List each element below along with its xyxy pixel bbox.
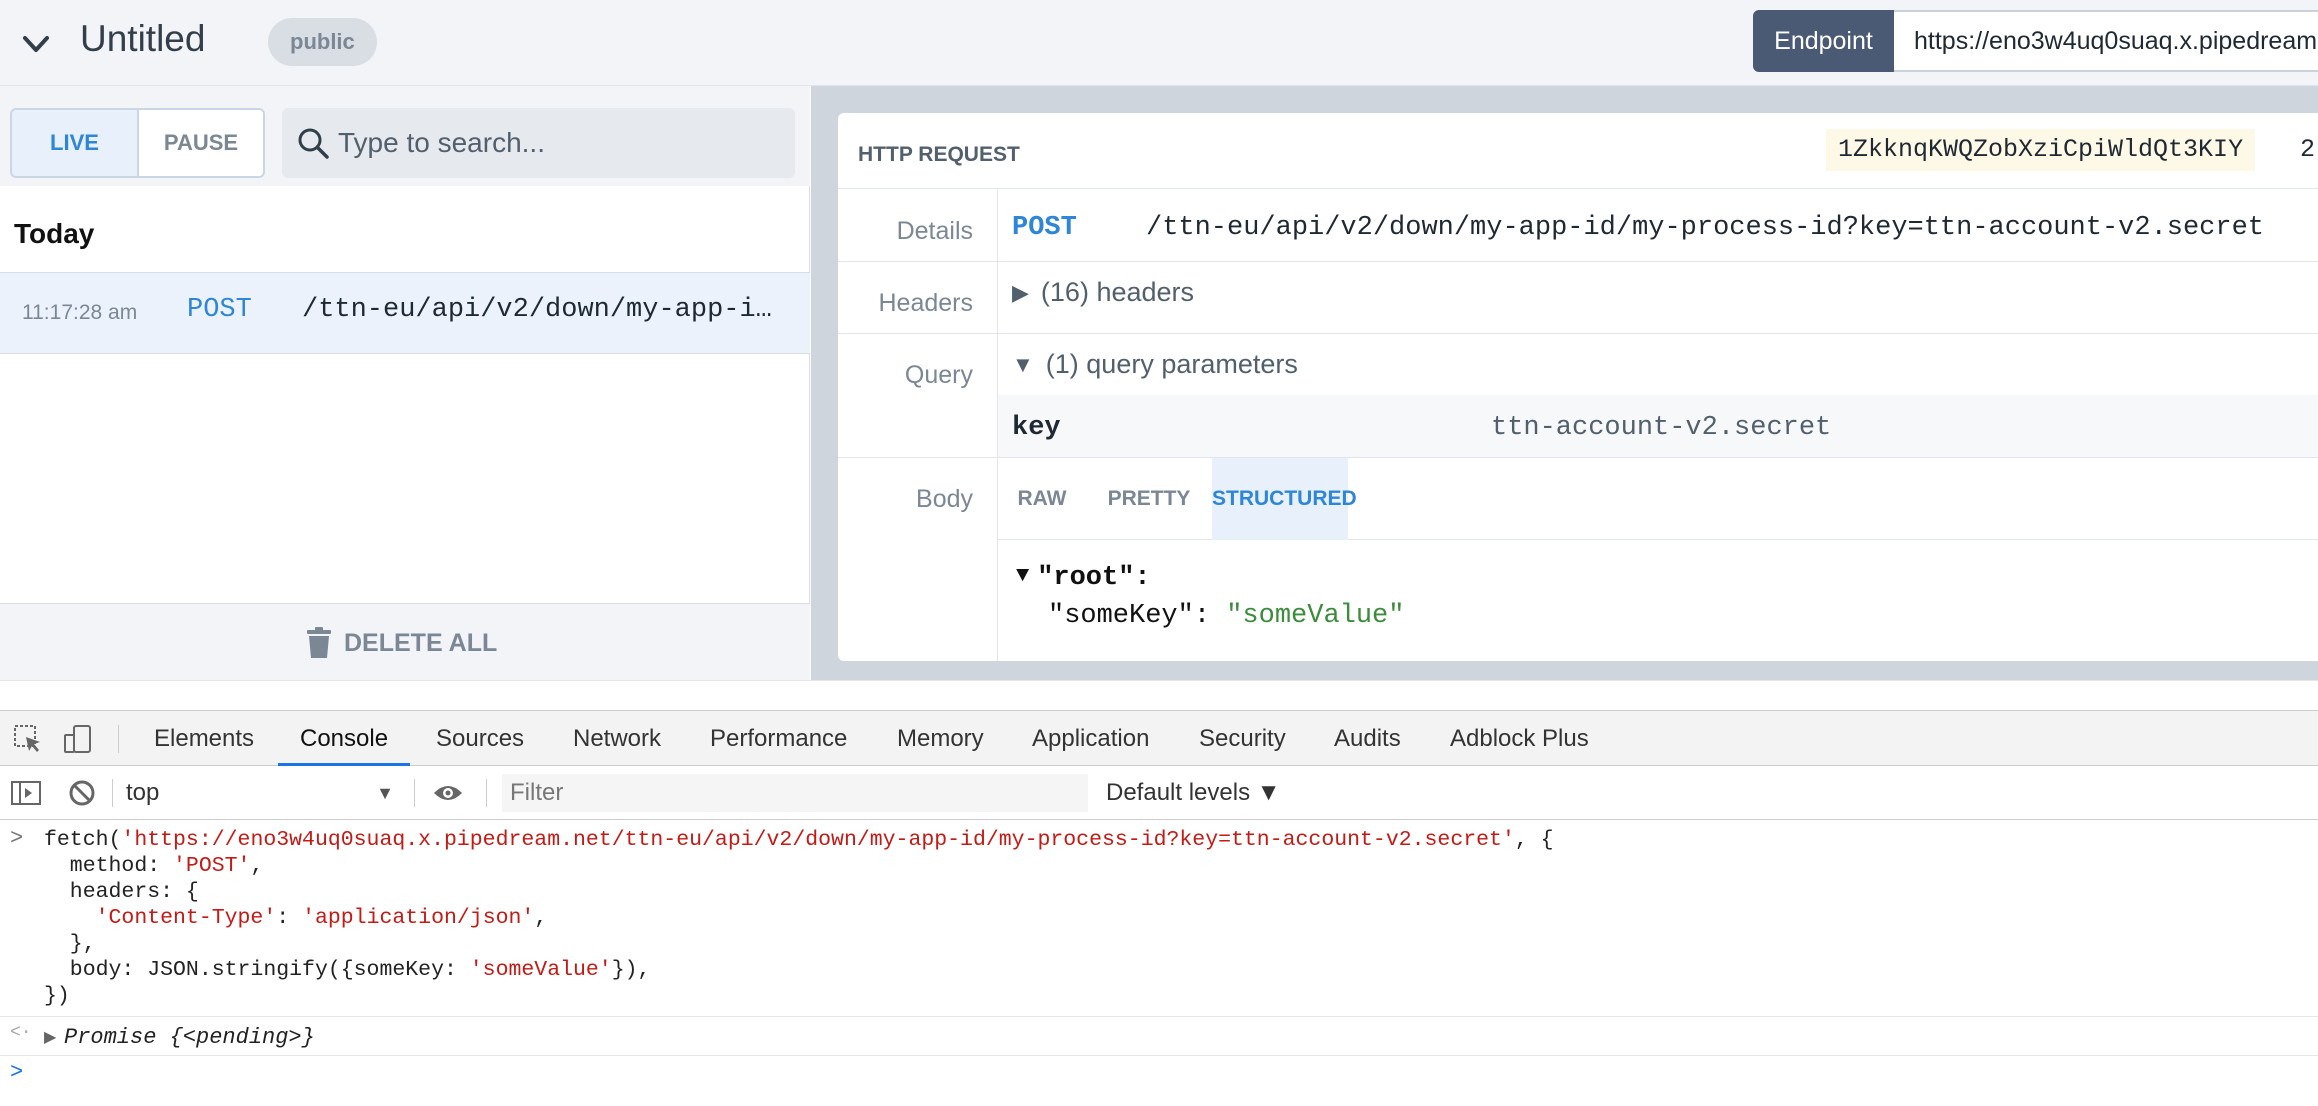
- sidebar-toggle-icon[interactable]: [10, 777, 42, 809]
- dropdown-arrow-icon: ▼: [376, 783, 394, 803]
- query-summary: (1) query parameters: [1045, 349, 1298, 379]
- devtools-tabbar: Elements Console Sources Network Perform…: [0, 710, 2318, 766]
- console-input-prompt[interactable]: >: [10, 1060, 23, 1085]
- delete-all-button[interactable]: DELETE ALL: [306, 620, 497, 666]
- live-expression-eye-icon[interactable]: [432, 777, 464, 809]
- json-root-label: "root":: [1037, 563, 1151, 593]
- output-arrow-icon: <·: [10, 1023, 32, 1043]
- console-line: method: 'POST',: [44, 854, 264, 878]
- clear-console-icon[interactable]: [66, 777, 98, 809]
- console-line: fetch('https://eno3w4uq0suaq.x.pipedream…: [44, 828, 1554, 852]
- tab-console[interactable]: Console: [278, 711, 411, 766]
- headers-toggle[interactable]: ▶ (16) headers: [1012, 277, 1194, 308]
- headers-summary: (16) headers: [1040, 277, 1195, 307]
- tab-security[interactable]: Security: [1199, 711, 1286, 766]
- console-line: headers: {: [44, 880, 199, 904]
- devtools-resizer[interactable]: [0, 680, 2318, 710]
- row-labels-column: Details Headers Query Body: [838, 189, 998, 661]
- console-output: > fetch('https://eno3w4uq0suaq.x.pipedre…: [0, 820, 2318, 1106]
- tab-audits[interactable]: Audits: [1334, 711, 1401, 766]
- request-method: POST: [187, 295, 252, 325]
- json-key: "someKey":: [1048, 601, 1211, 631]
- list-controls: LIVE PAUSE: [0, 86, 810, 186]
- search-input[interactable]: [338, 108, 778, 178]
- detail-path: /ttn-eu/api/v2/down/my-app-id/my-process…: [1146, 213, 2264, 243]
- divider: [486, 779, 487, 807]
- divider: [838, 261, 2318, 262]
- endpoint-url-input[interactable]: https://eno3w4uq0suaq.x.pipedream: [1894, 10, 2318, 72]
- delete-all-label: DELETE ALL: [344, 628, 498, 657]
- tab-structured[interactable]: STRUCTURED: [1212, 458, 1357, 540]
- tab-raw[interactable]: RAW: [998, 458, 1086, 540]
- list-item[interactable]: 11:17:28 am POST /ttn-eu/api/v2/down/my-…: [0, 272, 810, 354]
- query-param-value: ttn-account-v2.secret: [1491, 413, 1832, 443]
- card-title: HTTP REQUEST: [858, 143, 1020, 166]
- pause-button[interactable]: PAUSE: [137, 108, 265, 178]
- body-label: Body: [916, 485, 973, 513]
- divider: [118, 725, 119, 753]
- console-result: <· ▶ Promise {<pending>}: [0, 1016, 2318, 1056]
- json-value: "someValue": [1226, 601, 1405, 631]
- delete-bar: DELETE ALL: [0, 603, 810, 681]
- request-list-panel: LIVE PAUSE Today 11:17:28 am POST /ttn-e…: [0, 86, 810, 681]
- json-entry: "someKey": "someValue": [1048, 601, 1404, 631]
- detail-method: POST: [1012, 213, 1077, 243]
- console-line: },: [44, 932, 96, 956]
- query-param-key: key: [1012, 413, 1061, 443]
- tab-elements[interactable]: Elements: [154, 711, 254, 766]
- query-toggle[interactable]: ▼ (1) query parameters: [1012, 349, 1298, 380]
- endpoint-label: Endpoint: [1753, 10, 1894, 72]
- console-filter-input[interactable]: [502, 774, 1088, 812]
- endpoint-field: Endpoint https://eno3w4uq0suaq.x.pipedre…: [1753, 10, 2318, 72]
- details-label: Details: [896, 217, 973, 245]
- divider: [838, 333, 2318, 334]
- console-line: 'Content-Type': 'application/json',: [95, 906, 548, 930]
- request-id-overflow: 2: [2300, 135, 2316, 164]
- inspect-element-icon[interactable]: [12, 723, 44, 755]
- tab-network[interactable]: Network: [573, 711, 661, 766]
- tab-memory[interactable]: Memory: [897, 711, 984, 766]
- search-box: [282, 108, 795, 178]
- trash-icon: [307, 627, 331, 658]
- json-root-node[interactable]: ▼ "root":: [1016, 563, 1151, 593]
- tab-pretty[interactable]: PRETTY: [1086, 458, 1212, 540]
- tab-sources[interactable]: Sources: [436, 711, 524, 766]
- page-title[interactable]: Untitled: [80, 18, 205, 60]
- console-line: body: JSON.stringify({someKey: 'someValu…: [44, 958, 651, 982]
- request-id[interactable]: 1ZkknqKWQZobXziCpiWldQt3KIY: [1826, 129, 2256, 171]
- body-tabs: RAW PRETTY STRUCTURED: [998, 458, 2318, 540]
- card-header: HTTP REQUEST 1ZkknqKWQZobXziCpiWldQt3KIY…: [838, 113, 2318, 189]
- request-time: 11:17:28 am: [22, 301, 138, 324]
- chevron-down-icon[interactable]: [18, 26, 54, 62]
- console-line: }): [44, 984, 70, 1008]
- tab-application[interactable]: Application: [1032, 711, 1149, 766]
- triangle-down-icon: ▼: [1016, 563, 1030, 588]
- device-toolbar-icon[interactable]: [62, 723, 94, 755]
- input-chevron-icon: >: [10, 826, 24, 851]
- group-heading: Today: [14, 218, 95, 249]
- query-label: Query: [904, 361, 973, 389]
- log-levels-dropdown[interactable]: Default levels ▼: [1106, 774, 1281, 812]
- tab-performance[interactable]: Performance: [710, 711, 847, 766]
- context-select[interactable]: top ▼: [126, 774, 402, 812]
- headers-label: Headers: [878, 289, 974, 317]
- triangle-right-icon: ▶: [1012, 279, 1029, 305]
- app-header: Untitled public Endpoint https://eno3w4u…: [0, 0, 2318, 86]
- request-path: /ttn-eu/api/v2/down/my-app-i…: [302, 295, 772, 325]
- context-value: top: [126, 779, 160, 806]
- triangle-down-icon: ▼: [1012, 351, 1034, 377]
- promise-result[interactable]: Promise {<pending>}: [64, 1025, 315, 1050]
- tab-adblock-plus[interactable]: Adblock Plus: [1450, 711, 1589, 766]
- divider: [112, 779, 113, 807]
- request-detail-card: HTTP REQUEST 1ZkknqKWQZobXziCpiWldQt3KIY…: [838, 113, 2318, 661]
- visibility-badge: public: [268, 18, 377, 66]
- search-icon: [298, 128, 329, 159]
- console-toolbar: top ▼ Default levels ▼: [0, 766, 2318, 820]
- live-button[interactable]: LIVE: [10, 108, 139, 178]
- divider: [414, 779, 415, 807]
- triangle-right-icon[interactable]: ▶: [44, 1027, 56, 1047]
